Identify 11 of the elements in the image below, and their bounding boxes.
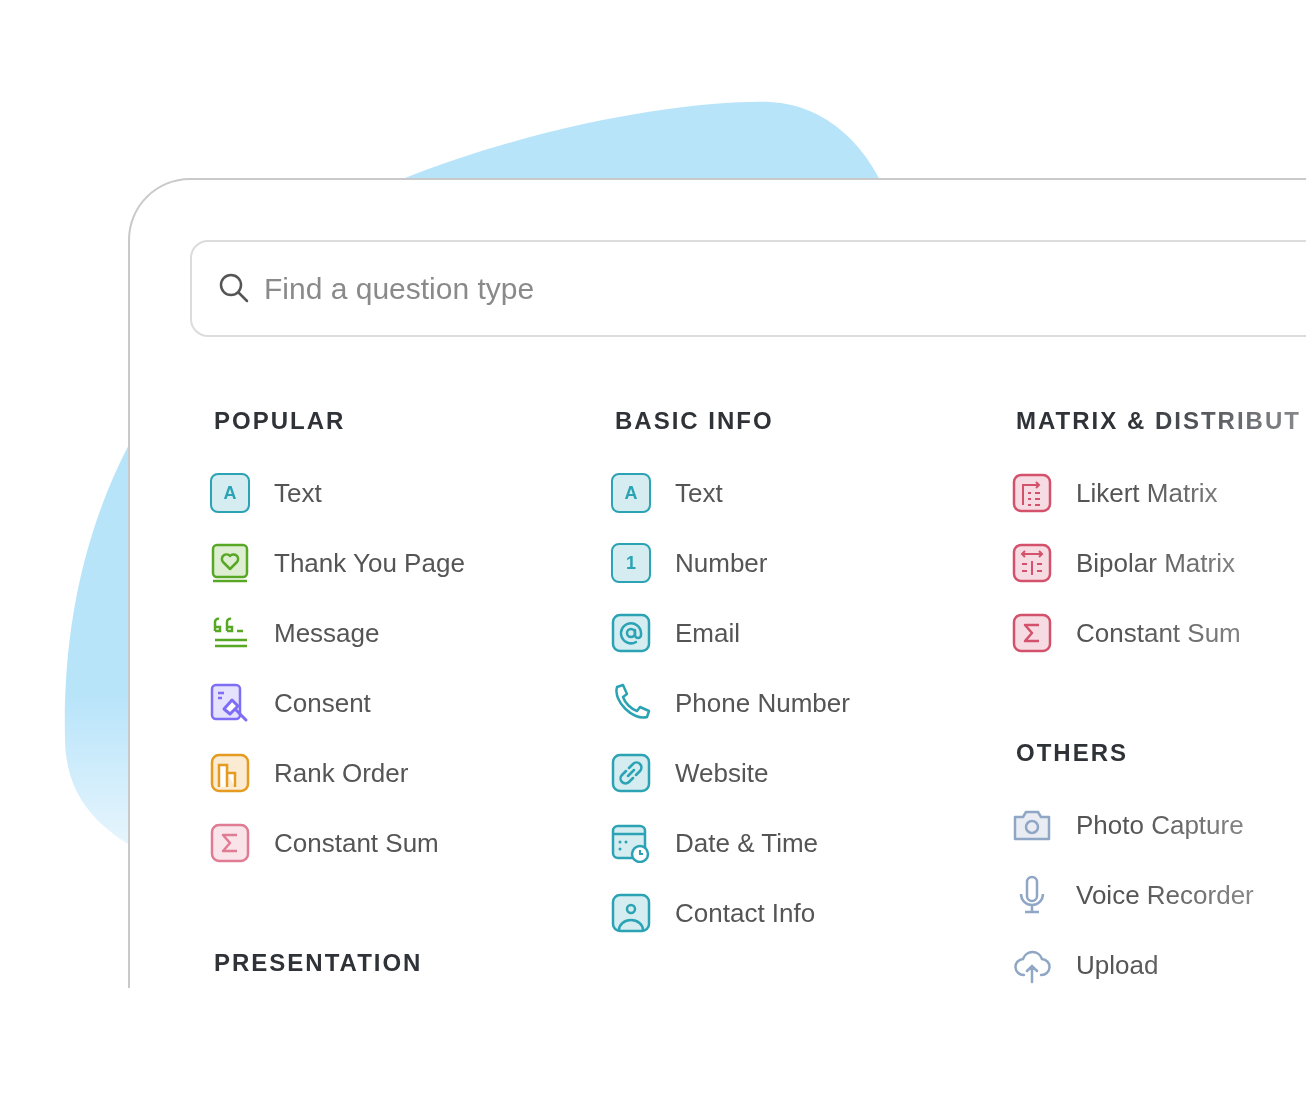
section-heading: OTHERS (1016, 738, 1129, 768)
section-heading: PRESENTATION (214, 948, 424, 978)
section-heading: MATRIX & DISTRIBUT (1016, 406, 1302, 436)
search-icon (218, 272, 250, 304)
question-type-item[interactable]: Upload (1012, 945, 1306, 985)
section-heading: BASIC INFO (615, 406, 775, 436)
letter-icon: A (210, 473, 250, 513)
letter-icon: A (611, 473, 651, 513)
section-heading: POPULAR (214, 406, 347, 436)
letter-icon: 1 (611, 543, 651, 583)
search-field[interactable]: Find a question type (190, 240, 1306, 337)
